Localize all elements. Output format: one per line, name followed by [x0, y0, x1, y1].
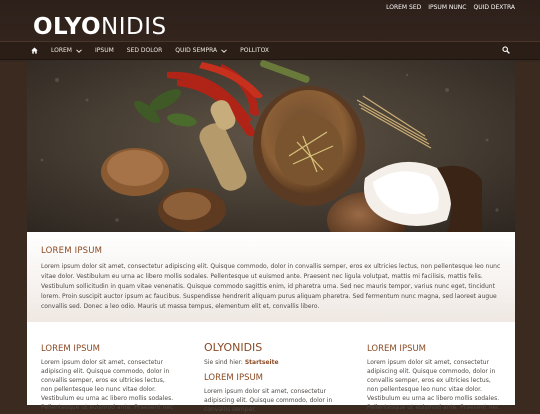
top-link-lorem-sed[interactable]: LOREM SED: [386, 4, 421, 11]
nav-item-quid-sempra[interactable]: QUID SEMPRA: [175, 47, 227, 54]
intro-heading: LOREM IPSUM: [41, 246, 103, 256]
logo-bold-text: OLYO: [33, 14, 102, 40]
logo-thin-text: NIDIS: [101, 14, 167, 40]
nav-item-home[interactable]: [31, 47, 38, 54]
nav-item-sed-dolor[interactable]: SED DOLOR: [127, 47, 163, 54]
nav-item-label: SED DOLOR: [126, 47, 163, 54]
page-title: OLYONIDIS: [204, 341, 263, 354]
content-area: LOREM IPSUM Lorem ipsum dolor sit amet, …: [27, 322, 515, 413]
breadcrumb-link-startseite[interactable]: Startseite: [245, 359, 279, 366]
nav-item-label: POLLITOX: [240, 47, 270, 54]
home-icon: [31, 47, 38, 54]
nav-item-label: QUID SEMPRA: [175, 47, 218, 54]
nav-item-label: IPSUM: [95, 47, 114, 54]
intro-section: LOREM IPSUM Lorem ipsum dolor sit amet, …: [27, 232, 515, 322]
nav-item-lorem[interactable]: LOREM: [51, 47, 82, 54]
nav-menu: LOREM IPSUM SED DOLOR QUID SEMPRA POLLIT…: [31, 42, 269, 59]
nav-item-label: LOREM: [51, 47, 72, 54]
left-column-text: Lorem ipsum dolor sit amet, consectetur …: [41, 359, 174, 411]
center-column-text: Lorem ipsum dolor sit amet, consectetur …: [204, 388, 333, 413]
breadcrumb: Sie sind hier: Startseite: [204, 359, 279, 366]
chevron-down-icon: [76, 48, 82, 53]
hero-spices-illustration: [27, 60, 515, 232]
top-link-ipsum-nunc[interactable]: IPSUM NUNC: [428, 4, 466, 11]
top-links: LOREM SED IPSUM NUNC QUID DEXTRA: [386, 4, 515, 11]
top-link-quid-dextra[interactable]: QUID DEXTRA: [473, 4, 515, 11]
right-column-heading: LOREM IPSUM: [367, 344, 427, 354]
chevron-down-icon: [221, 48, 227, 53]
intro-text: Lorem ipsum dolor sit amet, consectetur …: [41, 263, 501, 310]
main-navigation: LOREM IPSUM SED DOLOR QUID SEMPRA POLLIT…: [0, 41, 540, 60]
breadcrumb-prefix: Sie sind hier:: [204, 359, 245, 366]
nav-item-pollitox[interactable]: POLLITOX: [240, 47, 269, 54]
site-logo[interactable]: OLYO NIDIS: [33, 14, 167, 40]
search-icon[interactable]: [502, 46, 510, 54]
nav-item-ipsum[interactable]: IPSUM: [95, 47, 114, 54]
left-column-heading: LOREM IPSUM: [41, 344, 101, 354]
center-column-heading: LOREM IPSUM: [204, 373, 264, 383]
right-column-text: Lorem ipsum dolor sit amet, consectetur …: [367, 359, 500, 411]
hero-image: [27, 60, 515, 232]
